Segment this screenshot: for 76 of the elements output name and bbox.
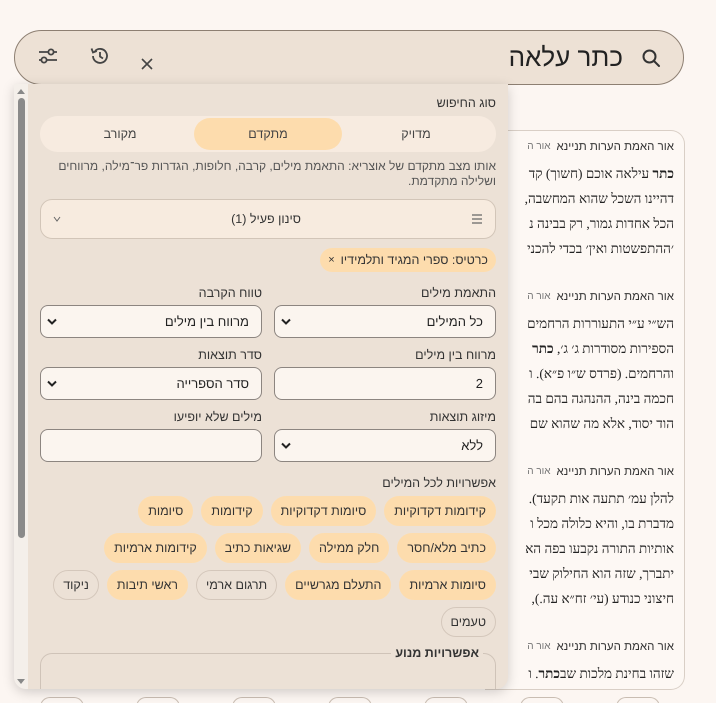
input-field[interactable] bbox=[40, 429, 262, 462]
chevron-down-icon bbox=[47, 380, 57, 387]
option-chip[interactable]: ניקוד bbox=[53, 570, 99, 600]
scrollbar[interactable] bbox=[14, 84, 28, 689]
field-label: מרווח בין מילים bbox=[414, 348, 496, 362]
result-source[interactable]: אור האמת הערות תניינא bbox=[556, 141, 674, 153]
result-text-line: הש״י ע״י התעוררות הרחמים bbox=[527, 315, 674, 333]
result-source[interactable]: אור ה bbox=[527, 466, 551, 478]
section-label: אפשרויות לכל המילים bbox=[381, 476, 496, 490]
result-text-line: חכמה בינה, ההנהגה בהם בה bbox=[528, 390, 674, 408]
select-field[interactable]: כל המילים bbox=[274, 305, 496, 338]
chevron-down-icon bbox=[281, 318, 291, 325]
result-text-line: כתר עילאה אוכם (חשוך) קד bbox=[528, 165, 674, 183]
clear-icon[interactable] bbox=[141, 58, 153, 70]
result-source[interactable]: אור האמת הערות תניינא bbox=[556, 466, 674, 478]
result-text-line: מדברת בו, והיא כלולה מכל ו bbox=[530, 515, 674, 533]
option-chip[interactable]: קידומות ארמיות bbox=[104, 533, 207, 563]
search-bar[interactable]: כתר עלאה bbox=[14, 30, 684, 85]
option-chip[interactable]: סיומות דקדוקיות bbox=[270, 496, 376, 526]
result-source[interactable]: אור ה bbox=[527, 641, 551, 653]
filter-dropdown[interactable]: סינון פעיל (1) bbox=[40, 199, 496, 239]
section-label: סוג החיפוש bbox=[436, 96, 496, 110]
scroll-down-icon[interactable] bbox=[17, 679, 25, 685]
group-legend: אפשרויות מנוע bbox=[391, 646, 483, 660]
result-text-line: יתברך, שזה הוא החילוק שבי bbox=[529, 565, 674, 583]
result-source[interactable]: אור האמת הערות תניינא bbox=[556, 291, 674, 303]
result-text-line: הספירות מסודרות ג׳ ג׳, כתר bbox=[532, 340, 674, 358]
active-filter-chip[interactable]: כרטיס: ספרי המגיד ותלמידיו × bbox=[320, 248, 496, 272]
option-chip[interactable]: התעלם מגרשיים bbox=[285, 570, 392, 600]
field-label: מילים שלא יופיעו bbox=[172, 410, 262, 424]
field-label: התאמת מילים bbox=[420, 286, 496, 300]
option-chip[interactable]: סיומות bbox=[138, 496, 194, 526]
search-type-tab[interactable]: מדויק bbox=[342, 118, 490, 150]
field-label: מיזוג תוצאות bbox=[428, 410, 496, 424]
field-label: סדר תוצאות bbox=[197, 348, 262, 362]
result-text-line: אותיות התורה נקבעו בפה הא bbox=[525, 540, 674, 558]
mode-description: אותו מצב מתקדם של אוצריא: התאמת מילים, קרבה, חלופות, הגדרות פר־מילה, מרווחים ושלילה מתקדמת. bbox=[57, 159, 496, 189]
select-field[interactable]: מרווח בין מילים bbox=[40, 305, 262, 338]
filter-chip-label: כרטיס: ספרי המגיד ותלמידיו bbox=[340, 253, 488, 267]
remove-filter-button[interactable]: × bbox=[328, 254, 335, 266]
result-text-line: להלן עמ׳ תתעה אות תקעד). bbox=[528, 490, 674, 508]
settings-sliders-icon[interactable] bbox=[37, 46, 59, 66]
option-chip[interactable]: טעמים bbox=[440, 607, 496, 637]
option-chip[interactable]: תרגום ארמי bbox=[196, 570, 278, 600]
scrollbar-thumb[interactable] bbox=[18, 98, 24, 538]
result-text-line: ׳ההתפשטות ואין׳ בכדי להכני bbox=[527, 240, 674, 258]
menu-icon bbox=[471, 214, 483, 224]
result-text-line: שזהו בחינת מלכות שבכתר. ו bbox=[528, 665, 674, 683]
result-text-line: דהיינו השכל שהוא המחשבה, bbox=[524, 190, 674, 208]
result-text-line: חיצוני כנודע (עי׳ זח״א עה.), bbox=[532, 590, 674, 608]
result-text-line: והרחמים. (פרדס ש״ו פ״א). ו bbox=[529, 365, 674, 383]
chevron-down-icon bbox=[53, 216, 61, 222]
input-field[interactable]: 2 bbox=[274, 367, 496, 400]
scroll-up-icon[interactable] bbox=[17, 88, 25, 94]
search-type-tab[interactable]: מקורב bbox=[46, 118, 194, 150]
result-source[interactable]: אור ה bbox=[527, 141, 551, 153]
option-chip[interactable]: ראשי תיבות bbox=[106, 570, 188, 600]
result-text-line: הוד יסוד, אלא מה שהוא שם bbox=[530, 415, 674, 433]
result-source[interactable]: אור האמת הערות תניינא bbox=[556, 641, 674, 653]
chevron-down-icon bbox=[47, 318, 57, 325]
filter-label: סינון פעיל (1) bbox=[231, 212, 301, 226]
select-field[interactable]: ללא bbox=[274, 429, 496, 462]
result-source[interactable]: אור ה bbox=[527, 291, 551, 303]
chevron-down-icon bbox=[281, 442, 291, 449]
search-icon bbox=[641, 48, 661, 68]
option-chip[interactable]: שגיאות כתיב bbox=[214, 533, 302, 563]
option-chip[interactable]: כתיב מלא/חסר bbox=[397, 533, 496, 563]
field-label: טווח הקרבה bbox=[198, 286, 262, 300]
option-chip[interactable]: קידומות דקדוקיות bbox=[384, 496, 496, 526]
option-chip[interactable]: קידומות bbox=[201, 496, 263, 526]
result-text-line: הכל אחדות גמור, רק בבינה נ bbox=[529, 215, 674, 233]
option-chip[interactable]: סיומות ארמיות bbox=[399, 570, 496, 600]
select-field[interactable]: סדר הספרייה bbox=[40, 367, 262, 400]
search-type-tab[interactable]: מתקדם bbox=[194, 118, 342, 150]
search-query: כתר עלאה bbox=[508, 42, 623, 73]
option-chip[interactable]: חלק ממילה bbox=[309, 533, 390, 563]
